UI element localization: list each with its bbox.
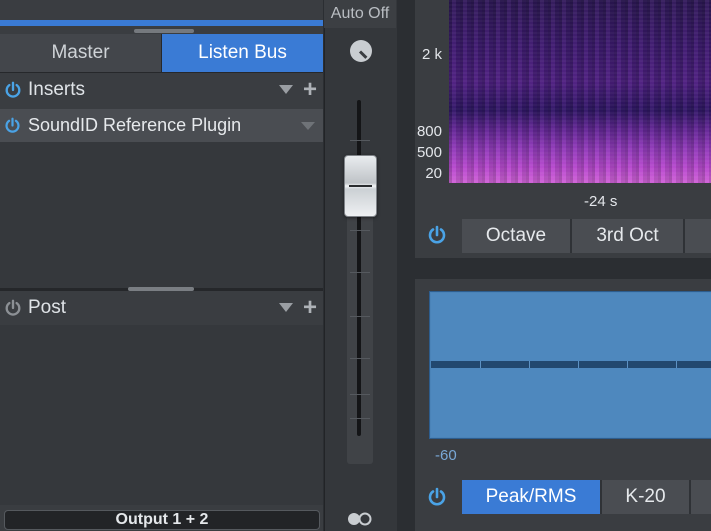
volume-fader-handle[interactable] <box>344 155 377 217</box>
freq-label: 800 <box>416 123 442 140</box>
post-label: Post <box>28 297 67 318</box>
bus-tabs: Master Listen Bus <box>0 34 323 73</box>
fader-slot <box>357 100 361 436</box>
spectrogram-resolution-buttons: Octave 3rd Oct <box>462 219 711 253</box>
freq-label: 20 <box>425 165 442 182</box>
tab-master[interactable]: Master <box>0 34 162 72</box>
more-resolution-button[interactable] <box>685 219 711 253</box>
meter-channel-left <box>431 293 711 361</box>
tab-listen-bus[interactable]: Listen Bus <box>162 34 323 72</box>
meter-tick <box>578 361 579 368</box>
octave-button[interactable]: Octave <box>462 219 572 253</box>
output-selector[interactable]: Output 1 + 2 <box>4 510 320 530</box>
k20-button[interactable]: K-20 <box>602 480 691 514</box>
power-icon[interactable] <box>427 225 447 245</box>
power-icon[interactable] <box>4 117 21 134</box>
meter-channel-right <box>431 368 711 437</box>
post-header: Post + <box>0 291 323 325</box>
plus-icon[interactable]: + <box>303 76 317 104</box>
fader-tick <box>350 140 370 141</box>
plus-icon[interactable]: + <box>303 294 317 322</box>
insert-slot[interactable]: SoundID Reference Plugin <box>0 109 323 142</box>
inserts-list <box>0 142 323 288</box>
triangle-down-icon[interactable] <box>279 303 293 312</box>
inserts-header: Inserts + <box>0 73 323 107</box>
automation-mode-button[interactable]: Auto Off <box>324 0 396 28</box>
power-icon[interactable] <box>4 81 22 99</box>
freq-label: 2 k <box>421 46 442 63</box>
third-octave-button[interactable]: 3rd Oct <box>572 219 685 253</box>
freq-label: 500 <box>416 144 442 161</box>
meter-mode-buttons: Peak/RMS K-20 <box>462 480 711 514</box>
power-icon[interactable] <box>4 299 22 317</box>
fader-tick <box>350 316 370 317</box>
spectrogram-display <box>449 0 711 183</box>
meter-tick <box>529 361 530 368</box>
fader-tick <box>350 394 370 395</box>
meter-tick <box>480 361 481 368</box>
channel-color-strip <box>0 20 323 26</box>
inserts-label: Inserts <box>28 79 86 100</box>
triangle-down-icon[interactable] <box>279 85 293 94</box>
insert-plugin-name: SoundID Reference Plugin <box>28 115 242 135</box>
time-label: -24 s <box>584 193 618 210</box>
meter-scale-label: -60 <box>435 447 457 464</box>
resize-handle-top[interactable] <box>134 29 194 33</box>
fader-tick <box>350 358 370 359</box>
post-list <box>0 325 323 505</box>
fader-tick <box>350 272 370 273</box>
meter-tick <box>627 361 628 368</box>
pan-knob-icon[interactable] <box>350 40 372 62</box>
meter-tick <box>676 361 677 368</box>
power-icon[interactable] <box>427 487 447 507</box>
triangle-down-icon[interactable] <box>301 122 315 130</box>
peak-rms-button[interactable]: Peak/RMS <box>462 480 602 514</box>
link-rings-icon[interactable] <box>346 512 374 526</box>
meter-scale-gap <box>431 361 711 368</box>
fader-tick <box>350 418 370 419</box>
more-meter-button[interactable] <box>691 480 711 514</box>
fader-tick <box>350 230 370 231</box>
